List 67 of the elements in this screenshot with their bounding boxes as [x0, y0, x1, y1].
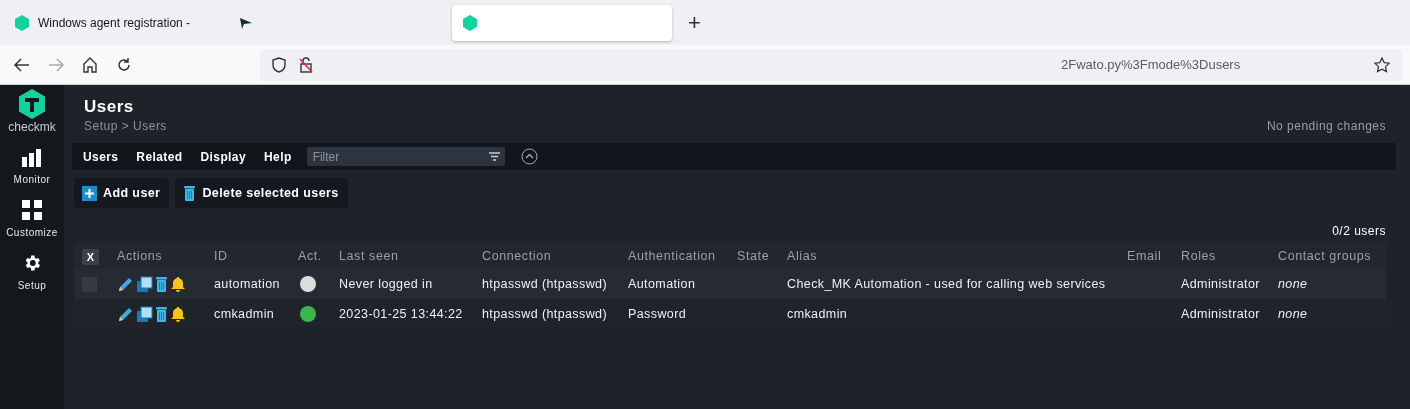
table-cell-text: Administrator [1180, 307, 1261, 321]
column-header: Authentication [627, 248, 717, 263]
sidebar-item[interactable]: Customize [6, 227, 58, 238]
collapse-icon[interactable] [520, 148, 538, 165]
browser-tab[interactable]: Windows agent registration - [4, 7, 224, 38]
trash-icon [155, 306, 168, 322]
table-cell-text: Check_MK Automation - used for calling web services [786, 277, 1107, 291]
logo-icon [18, 89, 46, 119]
pencil-icon[interactable] [117, 275, 134, 293]
breadcrumb: Setup > Users [84, 119, 167, 133]
new-tab-button[interactable]: + [676, 9, 713, 36]
table-cell-text: none [1277, 307, 1309, 321]
table-cell-text: Administrator [1180, 277, 1261, 291]
plus-icon [82, 185, 97, 201]
address-bar[interactable]: 2Fwato.py%3Fmode%3Dusers [260, 48, 1402, 81]
trash-icon [183, 185, 197, 201]
column-header: Actions [116, 248, 164, 263]
filter-field[interactable]: Filter [306, 147, 505, 166]
shield-icon [272, 56, 286, 73]
home-icon[interactable] [82, 56, 98, 73]
table-cell-text: cmkadmin [213, 307, 276, 321]
bell-icon[interactable] [170, 275, 186, 293]
table-cell-text: none [1277, 277, 1309, 291]
column-header: ID [213, 248, 229, 263]
add-user-button[interactable]: Add user [74, 178, 170, 208]
logo-text: checkmk [8, 120, 56, 134]
bar-chart-icon [22, 149, 42, 167]
filter-icon [488, 152, 500, 161]
column-header: Last seen [338, 248, 400, 263]
bell-icon[interactable] [170, 305, 186, 323]
column-header: Act. [297, 248, 323, 263]
lock-icon [298, 56, 314, 73]
column-header: Roles [1180, 248, 1217, 263]
page-title: Users [84, 97, 135, 117]
column-header: Contact groups [1277, 248, 1373, 263]
column-header: Connection [481, 248, 553, 263]
copy-icon[interactable] [136, 275, 153, 293]
menu-item[interactable]: Users [74, 149, 128, 164]
copy-icon[interactable] [136, 305, 153, 323]
menu-item[interactable]: Help [255, 149, 301, 164]
sidebar-item[interactable]: Monitor [13, 174, 51, 185]
user-count: 0/2 users [1332, 224, 1386, 238]
table-cell-text: cmkadmin [786, 307, 849, 321]
favicon-icon [462, 14, 478, 31]
back-icon[interactable] [14, 57, 30, 72]
table-cell-text: Automation [627, 277, 697, 291]
delete-users-button[interactable]: Delete selected users [175, 178, 348, 208]
sidebar-item[interactable]: Setup [17, 280, 47, 291]
table-cell-text: automation [213, 277, 281, 291]
menu-item[interactable]: Display [191, 149, 255, 164]
column-header: State [736, 248, 771, 263]
trash-icon [155, 276, 168, 292]
pencil-icon[interactable] [117, 305, 134, 323]
pending-changes-text: No pending changes [1266, 119, 1386, 133]
table-cell-text: htpasswd (htpasswd) [481, 277, 608, 291]
reload-icon[interactable] [116, 56, 132, 73]
menu-item[interactable]: Related [127, 149, 192, 164]
favicon-icon [14, 14, 30, 31]
table-cell-text: Password [627, 307, 688, 321]
column-header: Email [1126, 248, 1163, 263]
column-header: Alias [786, 248, 819, 263]
table-cell-text: htpasswd (htpasswd) [481, 307, 608, 321]
grid-icon [22, 200, 42, 220]
table-cell-text: 2023-01-25 13:44:22 [338, 307, 464, 321]
table-cell-text: Never logged in [338, 277, 434, 291]
select-all-button[interactable]: X [82, 248, 99, 265]
star-icon[interactable] [1374, 56, 1390, 73]
